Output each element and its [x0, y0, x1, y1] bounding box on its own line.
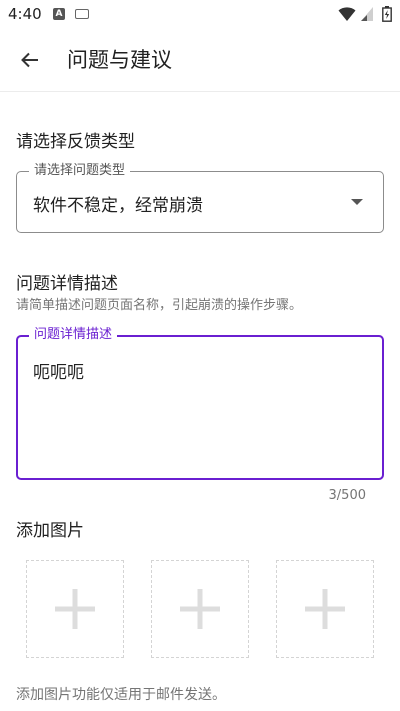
add-image-slot-3[interactable]: [276, 560, 374, 658]
problem-detail-helper: 请简单描述问题页面名称，引起崩溃的操作步骤。: [16, 298, 303, 313]
plus-icon: [305, 589, 345, 629]
problem-detail-value: 呃呃呃: [33, 363, 84, 383]
page-title: 问题与建议: [67, 48, 172, 72]
signal-icon: [361, 7, 373, 21]
problem-type-value: 软件不稳定，经常崩溃: [33, 196, 203, 216]
battery-icon: [382, 6, 392, 22]
image-note: 添加图片功能仅适用于邮件发送。: [16, 687, 226, 703]
dropdown-arrow-icon: [351, 199, 363, 205]
plus-icon: [55, 589, 95, 629]
plus-icon: [180, 589, 220, 629]
problem-type-select[interactable]: 请选择问题类型 软件不稳定，经常崩溃: [16, 163, 384, 233]
problem-detail-label: 问题详情描述: [29, 327, 118, 343]
wifi-icon: [338, 7, 356, 21]
status-bar: 4:40 A: [0, 0, 400, 28]
back-button[interactable]: [12, 42, 48, 78]
arrow-back-icon: [21, 52, 38, 68]
status-time: 4:40: [8, 5, 42, 23]
problem-detail-textarea[interactable]: 问题详情描述 呃呃呃: [16, 327, 384, 480]
a-notification-icon: A: [53, 8, 65, 20]
problem-detail-heading: 问题详情描述: [16, 274, 118, 294]
character-counter: 3/500: [328, 488, 366, 503]
add-image-slot-1[interactable]: [26, 560, 124, 658]
add-image-heading: 添加图片: [16, 521, 84, 541]
app-bar: 问题与建议: [0, 28, 400, 92]
keyboard-icon: [75, 9, 89, 19]
add-image-slot-2[interactable]: [151, 560, 249, 658]
feedback-type-heading: 请选择反馈类型: [16, 132, 135, 152]
problem-type-label: 请选择问题类型: [29, 163, 131, 179]
